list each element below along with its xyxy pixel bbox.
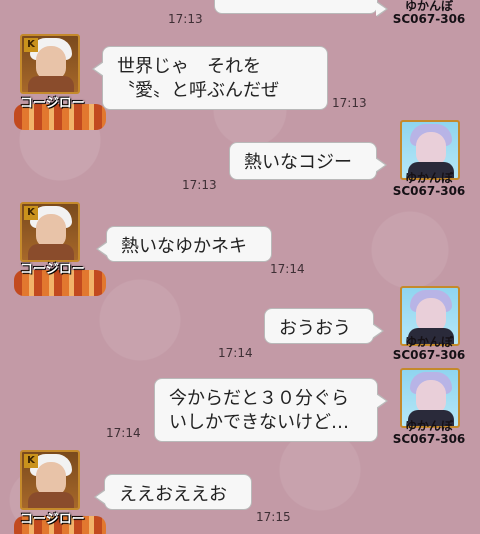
avatar[interactable]: K (20, 34, 80, 94)
message-bubble[interactable] (214, 0, 388, 17)
message-time: 17:13 (168, 12, 203, 26)
sender-name: コージロー (20, 512, 85, 527)
avatar[interactable]: K (20, 202, 80, 262)
sender-name: ゆかんぼ SC067-306 (392, 419, 466, 446)
message-bubble[interactable]: 熱いなコジー (229, 142, 387, 180)
message-time: 17:14 (270, 262, 305, 276)
sender-name: コージロー (20, 262, 85, 277)
message-time: 17:13 (332, 96, 367, 110)
message-bubble[interactable]: おうおう (264, 308, 384, 344)
message-bubble[interactable]: 世界じゃ それを 〝愛〟と呼ぶんだぜ (92, 46, 328, 110)
rank-badge-icon: K (24, 454, 38, 468)
rank-badge-icon: K (24, 206, 38, 220)
message-time: 17:14 (106, 426, 141, 440)
sender-name: ゆかんぼ SC067-306 (392, 0, 466, 26)
message-bubble[interactable]: 今からだと３０分ぐら いしかできないけど… (154, 378, 388, 442)
message-time: 17:13 (182, 178, 217, 192)
message-bubble[interactable]: ええおええお (94, 474, 252, 510)
avatar[interactable]: K (20, 450, 80, 510)
message-time: 17:14 (218, 346, 253, 360)
sender-name: コージロー (20, 96, 85, 111)
message-time: 17:15 (256, 510, 291, 524)
rank-badge-icon: K (24, 38, 38, 52)
sender-name: ゆかんぼ SC067-306 (392, 335, 466, 362)
sender-name: ゆかんぼ SC067-306 (392, 171, 466, 198)
message-bubble[interactable]: 熱いなゆかネキ (96, 226, 272, 262)
